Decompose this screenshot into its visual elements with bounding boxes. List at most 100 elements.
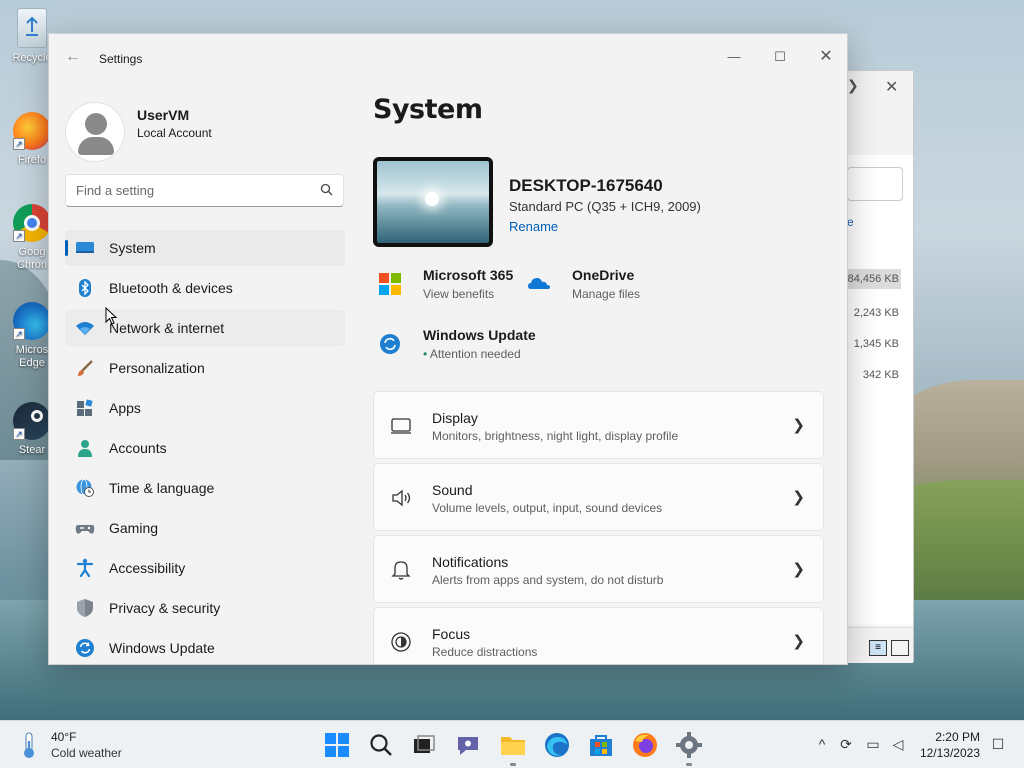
mouse-cursor-icon <box>105 307 117 325</box>
avatar <box>65 102 125 162</box>
sidebar-item-system[interactable]: System <box>65 230 345 266</box>
desktop-icon-label: Firefo <box>17 154 47 166</box>
window-title: Settings <box>99 52 143 66</box>
sidebar-item-label: Accessibility <box>109 560 186 576</box>
chevron-up-icon[interactable]: ^ <box>813 735 831 753</box>
sync-alert-icon[interactable]: ⟳ <box>837 735 855 753</box>
sidebar-item-label: Bluetooth & devices <box>109 280 233 296</box>
accessibility-icon <box>76 558 94 578</box>
chevron-right-icon: ❯ <box>792 417 805 434</box>
quick-link-onedrive[interactable]: OneDrive Manage files <box>528 267 658 307</box>
sidebar-item-label: Apps <box>109 400 141 416</box>
chevron-right-icon: ❯ <box>792 561 805 578</box>
view-toggle-bar: ≡ <box>847 627 913 663</box>
sidebar-item-label: System <box>109 240 156 256</box>
steam-icon: ↗ <box>13 402 51 440</box>
bell-icon <box>391 561 411 580</box>
weather-description[interactable]: Cold weather <box>51 746 122 760</box>
search-icon[interactable] <box>367 731 395 759</box>
chevron-right-icon: ❯ <box>792 489 805 506</box>
search-input[interactable] <box>847 167 903 201</box>
sidebar-item-personalization[interactable]: Personalization <box>65 350 345 386</box>
clock-date[interactable]: 12/13/2023 <box>920 746 980 760</box>
clock-time[interactable]: 2:20 PM <box>935 730 980 744</box>
desktop-icon-label: Micros Edge <box>15 344 49 369</box>
card-title: Notifications <box>432 554 509 570</box>
card-subtitle: Volume levels, output, input, sound devi… <box>432 501 663 515</box>
update-icon <box>380 334 400 354</box>
sidebar-item-gaming[interactable]: Gaming <box>65 510 345 546</box>
sidebar-item-label: Privacy & security <box>109 600 221 616</box>
store-icon[interactable] <box>587 731 615 759</box>
edge-icon: ↗ <box>13 302 51 340</box>
firefox-icon[interactable] <box>631 731 659 759</box>
weather-temperature[interactable]: 40°F <box>51 730 76 744</box>
sidebar-item-bluetooth[interactable]: Bluetooth & devices <box>65 270 345 306</box>
card-title: Focus <box>432 626 471 642</box>
shortcut-arrow-icon: ↗ <box>13 328 25 340</box>
edge-icon[interactable] <box>543 731 571 759</box>
profile-account-type: Local Account <box>137 126 212 140</box>
desktop-wallpaper-thumbnail[interactable] <box>373 157 493 247</box>
quick-link-subtitle: View benefits <box>423 287 495 301</box>
taskbar: 40°F Cold weather ^ ⟳ ▭ ◁ 2:20 PM 12/13/… <box>0 720 1024 768</box>
wifi-icon <box>76 322 94 335</box>
card-focus[interactable]: Focus Reduce distractions ❯ <box>373 607 824 664</box>
device-model: Standard PC (Q35 + ICH9, 2009) <box>509 199 701 214</box>
quick-link-title: Windows Update <box>423 327 536 343</box>
desktop-icon-label: Goog Chron <box>17 246 47 271</box>
microsoft-logo-icon <box>379 273 401 295</box>
tiles-view-icon[interactable] <box>891 640 909 656</box>
focus-icon <box>391 632 411 652</box>
profile-name: UserVM <box>137 107 190 123</box>
task-view-icon[interactable] <box>410 731 438 759</box>
sidebar-item-label: Network & internet <box>109 320 225 336</box>
sidebar-item-label: Personalization <box>109 360 205 376</box>
shortcut-arrow-icon: ↗ <box>13 428 25 440</box>
network-icon[interactable]: ▭ <box>864 735 882 753</box>
system-icon <box>76 242 94 253</box>
rename-link[interactable]: Rename <box>509 219 558 234</box>
link-text[interactable]: e <box>847 215 854 229</box>
start-button[interactable] <box>323 731 351 759</box>
accounts-icon <box>78 440 92 457</box>
notification-icon[interactable]: ☐ <box>989 735 1007 753</box>
details-view-icon[interactable]: ≡ <box>869 640 887 656</box>
card-subtitle: Reduce distractions <box>432 645 538 659</box>
onedrive-icon <box>528 278 550 289</box>
speaker-icon <box>392 489 411 507</box>
card-notifications[interactable]: Notifications Alerts from apps and syste… <box>373 535 824 603</box>
sidebar-nav: System Bluetooth & devices Network & int… <box>65 230 345 664</box>
close-button[interactable]: ✕ <box>885 77 898 97</box>
thermometer-icon[interactable] <box>18 731 40 759</box>
volume-muted-icon[interactable]: ◁ <box>889 735 907 753</box>
sidebar-item-windows-update[interactable]: Windows Update <box>65 630 345 664</box>
chrome-icon: ↗ <box>13 204 51 242</box>
settings-gear-icon[interactable] <box>675 731 703 759</box>
card-sound[interactable]: Sound Volume levels, output, input, soun… <box>373 463 824 531</box>
quick-link-subtitle-text: Attention needed <box>429 347 521 361</box>
quick-link-windows-update[interactable]: Windows Update • Attention needed <box>379 327 549 367</box>
sidebar-item-time-language[interactable]: Time & language <box>65 470 345 506</box>
search-input[interactable] <box>76 175 306 206</box>
search-icon <box>320 183 333 196</box>
quick-link-microsoft-365[interactable]: Microsoft 365 View benefits <box>379 267 529 307</box>
attention-dot-icon: • <box>423 347 430 361</box>
settings-search[interactable] <box>65 174 344 207</box>
sidebar-item-apps[interactable]: Apps <box>65 390 345 426</box>
bluetooth-icon <box>79 279 91 297</box>
settings-window: ← Settings — ☐ ✕ UserVM Local Account Sy… <box>48 33 848 665</box>
card-subtitle: Alerts from apps and system, do not dist… <box>432 573 664 587</box>
file-explorer-icon[interactable] <box>499 731 527 759</box>
sidebar-item-accessibility[interactable]: Accessibility <box>65 550 345 586</box>
card-title: Sound <box>432 482 473 498</box>
back-arrow-icon[interactable]: ← <box>65 48 81 66</box>
running-indicator <box>686 763 692 766</box>
desktop-icon-label: Stear <box>18 444 46 456</box>
brush-icon <box>78 360 93 376</box>
shield-icon <box>77 599 93 617</box>
sidebar-item-privacy[interactable]: Privacy & security <box>65 590 345 626</box>
chat-icon[interactable] <box>454 731 482 759</box>
card-display[interactable]: Display Monitors, brightness, night ligh… <box>373 391 824 459</box>
sidebar-item-accounts[interactable]: Accounts <box>65 430 345 466</box>
